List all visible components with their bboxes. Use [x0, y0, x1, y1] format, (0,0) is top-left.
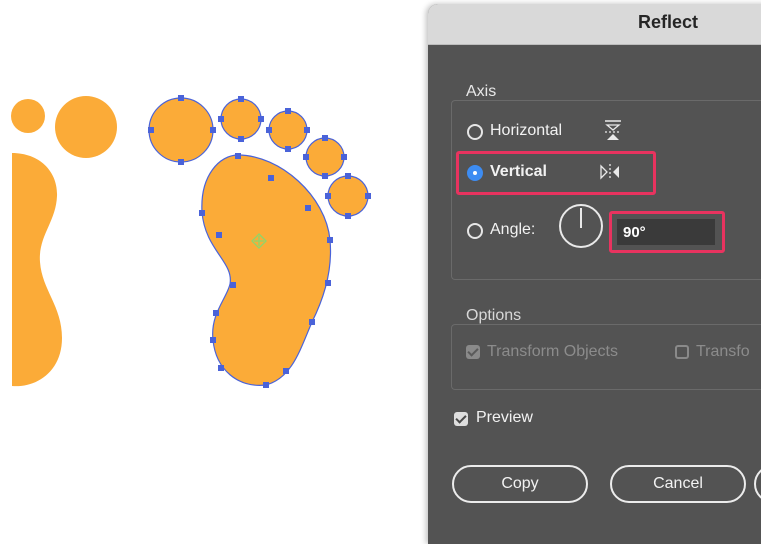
toe-shape[interactable]	[327, 175, 369, 217]
vertical-highlight	[456, 151, 656, 195]
angle-radio[interactable]	[467, 223, 483, 239]
transform-objects-label[interactable]: Transform Objects	[487, 343, 618, 361]
sole-shape[interactable]	[12, 153, 62, 387]
toe-shape[interactable]	[305, 137, 345, 177]
toe-shape[interactable]	[268, 110, 308, 150]
dialog-title: Reflect	[638, 12, 699, 32]
horizontal-axis-icon	[605, 120, 621, 140]
angle-label[interactable]: Angle:	[490, 221, 535, 239]
toe-shape[interactable]	[55, 96, 117, 158]
sole-shape[interactable]	[201, 154, 332, 386]
reflect-dialog: Reflect Axis Horizontal Vertical Angle: …	[428, 4, 761, 544]
toe-shape[interactable]	[148, 97, 214, 163]
cancel-button[interactable]: Cancel	[610, 465, 746, 503]
toe-shape[interactable]	[220, 98, 262, 140]
options-group-label: Options	[466, 307, 522, 324]
horizontal-label[interactable]: Horizontal	[490, 122, 562, 140]
axis-group-label: Axis	[466, 83, 497, 100]
reflected-footprint[interactable]	[11, 96, 117, 387]
vertical-label[interactable]: Vertical	[490, 163, 547, 181]
toe-shape[interactable]	[11, 99, 45, 133]
transform-patterns-label[interactable]: Transfo	[696, 343, 750, 361]
title-bar[interactable]: Reflect	[428, 4, 761, 45]
selected-footprint[interactable]	[148, 95, 371, 388]
transform-patterns-checkbox[interactable]	[675, 345, 689, 359]
angle-dial[interactable]	[559, 204, 603, 248]
copy-button[interactable]: Copy	[452, 465, 588, 503]
angle-input[interactable]	[617, 219, 715, 245]
transform-objects-checkbox[interactable]	[466, 345, 480, 359]
preview-checkbox[interactable]	[454, 412, 468, 426]
preview-label[interactable]: Preview	[476, 409, 533, 427]
horizontal-radio[interactable]	[467, 124, 483, 140]
ok-button[interactable]	[754, 465, 761, 503]
vertical-axis-icon	[600, 164, 619, 180]
vertical-radio[interactable]	[467, 165, 483, 181]
